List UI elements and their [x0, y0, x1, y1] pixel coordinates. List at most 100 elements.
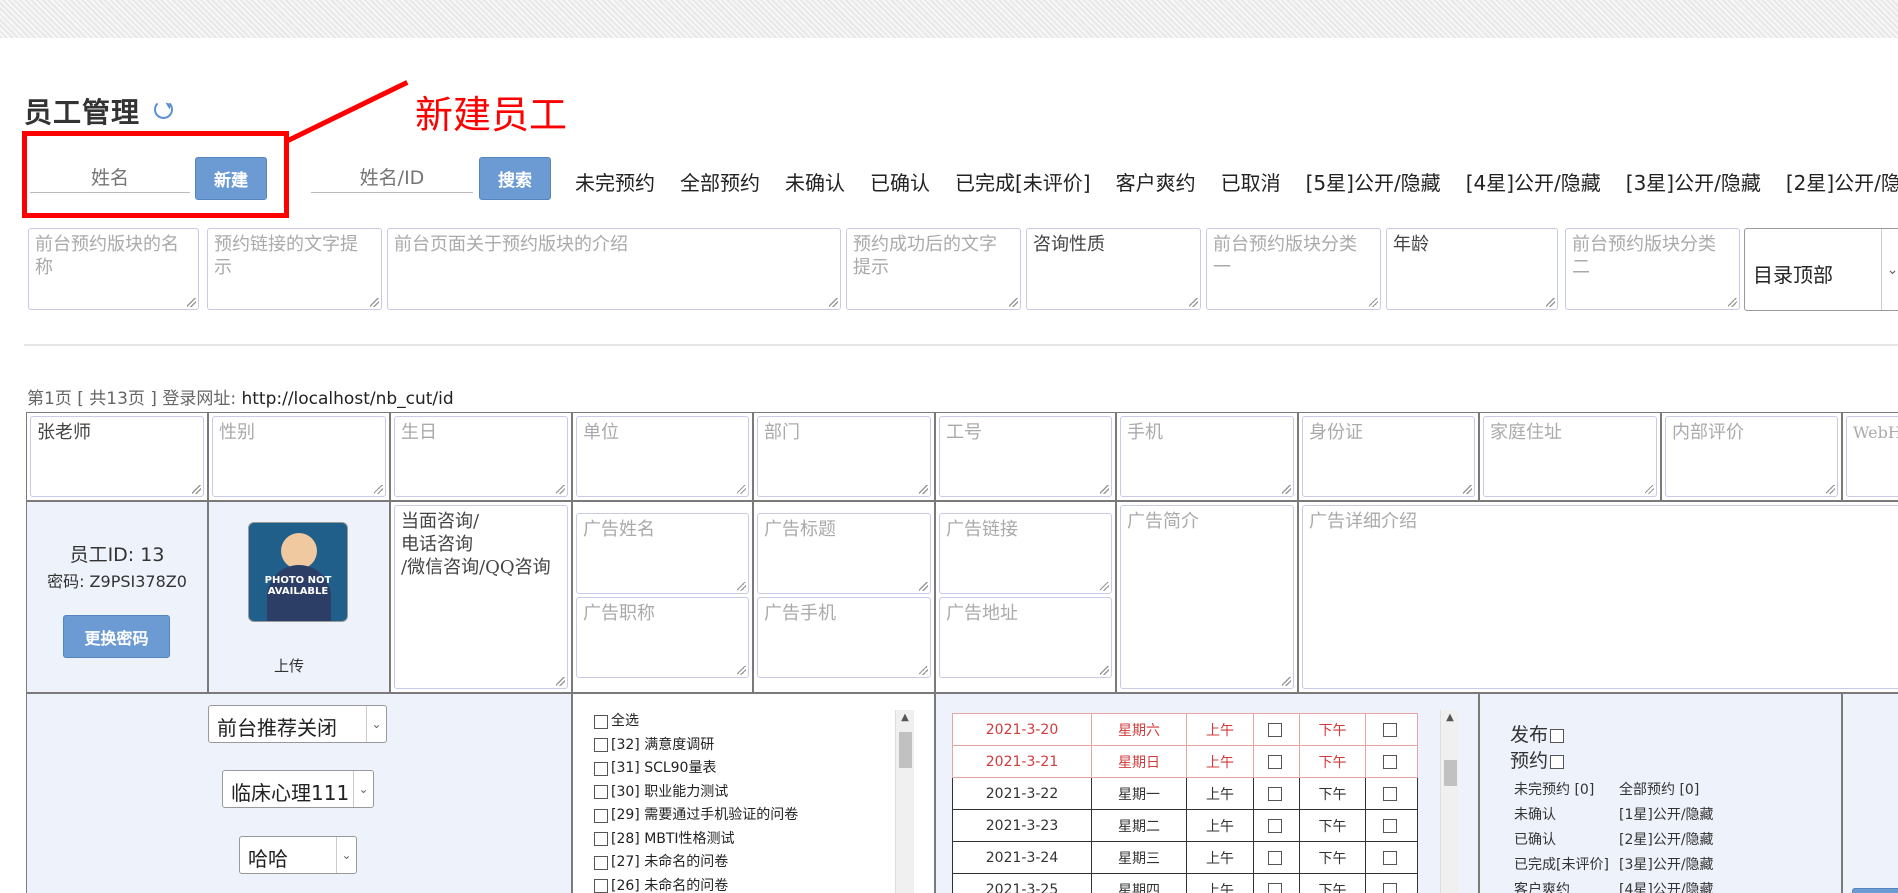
stats-link[interactable]: [1星]公开/隐藏 [1619, 803, 1714, 828]
checkbox[interactable] [1268, 818, 1282, 833]
ad-title-field[interactable]: 广告标题 [757, 513, 931, 594]
booking-category-one-field[interactable]: 前台预约版块分类一 [1206, 228, 1381, 310]
list-item[interactable]: [27] 未命名的问卷 [594, 851, 798, 875]
checkbox[interactable] [1268, 882, 1282, 893]
extra-button[interactable] [1852, 888, 1898, 893]
list-item[interactable]: 全选 [594, 710, 798, 734]
refresh-icon[interactable] [154, 100, 173, 119]
list-item[interactable]: [29] 需要通过手机验证的问卷 [594, 804, 798, 828]
gender-field[interactable]: 性别 [212, 416, 386, 497]
filter-link[interactable]: [5星]公开/隐藏 [1306, 167, 1441, 196]
checkbox[interactable] [594, 761, 608, 776]
schedule-scrollbar[interactable]: ▲ [1440, 710, 1459, 893]
booking-option[interactable]: 预约 [1510, 748, 1567, 774]
list-item[interactable]: [26] 未命名的问卷 [594, 875, 798, 893]
search-button[interactable]: 搜索 [479, 157, 551, 200]
list-item[interactable]: [28] MBTI性格测试 [594, 828, 798, 852]
checkbox[interactable] [594, 855, 608, 870]
ad-address-field[interactable]: 广告地址 [939, 597, 1112, 678]
birthday-field[interactable]: 生日 [394, 416, 568, 497]
filter-link[interactable]: 已确认 [870, 167, 930, 196]
checkbox[interactable] [594, 738, 608, 753]
mobile-field[interactable]: 手机 [1120, 416, 1294, 497]
department-field[interactable]: 部门 [757, 416, 931, 497]
age-field[interactable]: 年龄 [1386, 228, 1558, 310]
checkbox[interactable] [594, 714, 608, 729]
filter-link[interactable]: 已完成[未评价] [955, 167, 1091, 196]
checkbox[interactable] [1383, 786, 1397, 801]
scroll-thumb[interactable] [1444, 760, 1457, 786]
login-url[interactable]: http://localhost/nb_cut/id [241, 389, 453, 409]
filter-link[interactable]: 未确认 [785, 167, 845, 196]
filter-link[interactable]: [3星]公开/隐藏 [1626, 167, 1761, 196]
avatar[interactable]: PHOTO NOT AVAILABLE [248, 522, 348, 622]
checkbox[interactable] [1268, 786, 1282, 801]
checkbox[interactable] [594, 879, 608, 893]
scroll-thumb[interactable] [899, 732, 912, 768]
filter-link[interactable]: 未完预约 [575, 167, 655, 196]
filter-link[interactable]: [2星]公开/隐藏 [1786, 167, 1898, 196]
stats-link[interactable]: 全部预约 [0] [1619, 778, 1699, 803]
checkbox[interactable] [594, 808, 608, 823]
filter-link[interactable]: [4星]公开/隐藏 [1466, 167, 1601, 196]
new-employee-button[interactable]: 新建 [195, 157, 267, 200]
ad-mobile-field[interactable]: 广告手机 [757, 597, 931, 678]
filter-link[interactable]: 全部预约 [680, 167, 760, 196]
checkbox[interactable] [1268, 754, 1282, 769]
scroll-up-icon[interactable]: ▲ [896, 712, 914, 723]
job-no-field[interactable]: 工号 [939, 416, 1112, 497]
scroll-up-icon[interactable]: ▲ [1441, 712, 1459, 723]
upload-link[interactable]: 上传 [274, 655, 304, 676]
internal-review-field[interactable]: 内部评价 [1665, 416, 1838, 497]
booking-category-two-field[interactable]: 前台预约版块分类二 [1565, 228, 1740, 310]
checkbox[interactable] [594, 832, 608, 847]
stats-link[interactable]: 未确认 [1514, 807, 1556, 823]
webhook-field[interactable]: WebHo [1846, 416, 1898, 497]
address-field[interactable]: 家庭住址 [1483, 416, 1657, 497]
checkbox[interactable] [1383, 754, 1397, 769]
ad-position-field[interactable]: 广告职称 [576, 597, 749, 678]
booking-success-hint-field[interactable]: 预约成功后的文字提示 [846, 228, 1021, 310]
ad-intro-field[interactable]: 广告简介 [1120, 505, 1294, 689]
id-card-field[interactable]: 身份证 [1302, 416, 1475, 497]
stats-link[interactable]: [4星]公开/隐藏 [1619, 878, 1714, 893]
checkbox[interactable] [1268, 850, 1282, 865]
stats-link[interactable]: 已确认 [1514, 832, 1556, 848]
change-password-button[interactable]: 更换密码 [63, 615, 170, 658]
booking-name-field[interactable]: 前台预约版块的名称 [28, 228, 199, 310]
list-item[interactable]: [32] 满意度调研 [594, 734, 798, 758]
recommend-select[interactable]: 前台推荐关闭 ⌄ [208, 705, 387, 743]
booking-intro-field[interactable]: 前台页面关于预约版块的介绍 [387, 228, 841, 310]
consult-type-field[interactable]: 咨询性质 [1026, 228, 1201, 310]
search-input[interactable] [311, 163, 473, 193]
position-select[interactable]: 目录顶部 ⌄ [1744, 228, 1898, 311]
list-item[interactable]: [31] SCL90量表 [594, 757, 798, 781]
checkbox[interactable] [1550, 728, 1565, 743]
filter-link[interactable]: 已取消 [1221, 167, 1281, 196]
checkbox[interactable] [594, 785, 608, 800]
stats-link[interactable]: 已完成[未评价] [1514, 857, 1609, 873]
ad-detail-field[interactable]: 广告详细介绍 [1302, 505, 1898, 689]
ad-name-field[interactable]: 广告姓名 [576, 513, 749, 594]
checkbox[interactable] [1383, 818, 1397, 833]
consult-mode-field[interactable]: 当面咨询/ 电话咨询 /微信咨询/QQ咨询 [394, 505, 568, 689]
new-employee-name-input[interactable] [30, 163, 190, 193]
stats-link[interactable]: 未完预约 [0] [1514, 782, 1594, 798]
questionnaire-scrollbar[interactable]: ▲ [895, 710, 914, 893]
publish-option[interactable]: 发布 [1510, 722, 1567, 748]
ad-link-field[interactable]: 广告链接 [939, 513, 1112, 594]
checkbox[interactable] [1383, 882, 1397, 893]
stats-link[interactable]: 客户爽约 [1514, 882, 1570, 893]
unit-field[interactable]: 单位 [576, 416, 749, 497]
checkbox[interactable] [1268, 722, 1282, 737]
category-select[interactable]: 临床心理111 ⌄ [222, 770, 374, 808]
checkbox[interactable] [1383, 850, 1397, 865]
checkbox[interactable] [1550, 754, 1565, 769]
checkbox[interactable] [1383, 722, 1397, 737]
third-select[interactable]: 哈哈 ⌄ [239, 836, 357, 874]
stats-link[interactable]: [3星]公开/隐藏 [1619, 853, 1714, 878]
employee-name-field[interactable]: 张老师 [30, 416, 204, 497]
stats-link[interactable]: [2星]公开/隐藏 [1619, 828, 1714, 853]
filter-link[interactable]: 客户爽约 [1116, 167, 1196, 196]
list-item[interactable]: [30] 职业能力测试 [594, 781, 798, 805]
